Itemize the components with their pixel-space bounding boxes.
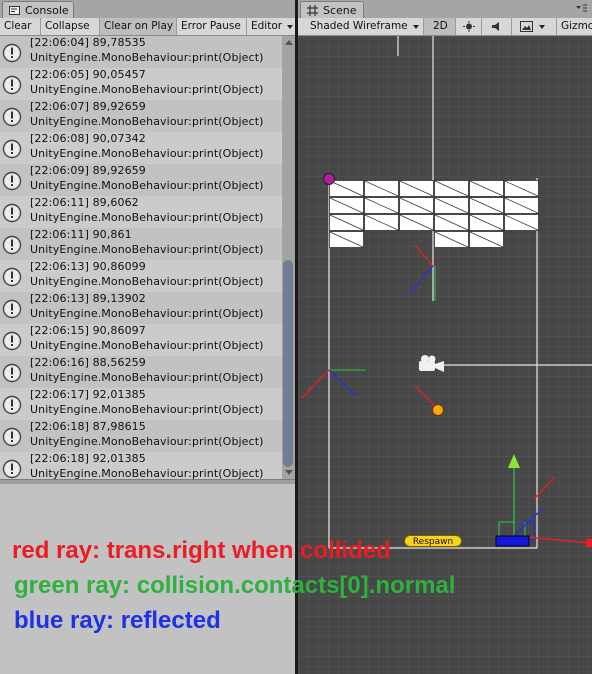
log-entry[interactable]: [22:06:18] 87,98615 UnityEngine.MonoBehav… (0, 420, 282, 452)
log-entry-trace: UnityEngine.MonoBehaviour:print(Object) (30, 211, 264, 224)
log-entry[interactable]: [22:06:13] 90,86099 UnityEngine.MonoBehav… (0, 260, 282, 292)
tab-scene[interactable]: Scene (300, 1, 364, 19)
log-entry[interactable]: [22:06:17] 92,01385 UnityEngine.MonoBehav… (0, 388, 282, 420)
scroll-thumb[interactable] (283, 260, 293, 467)
warning-icon (2, 331, 22, 351)
scroll-up-icon[interactable] (285, 40, 293, 45)
log-entry[interactable]: [22:06:15] 90,86097 UnityEngine.MonoBehav… (0, 324, 282, 356)
log-entry-message: [22:06:15] 90,86097 (30, 324, 146, 337)
caption-blue-ray: blue ray: reflected (14, 607, 221, 634)
warning-icon (2, 43, 22, 63)
audio-toggle-button[interactable] (482, 18, 512, 35)
warning-icon (2, 75, 22, 95)
tab-menu-icon[interactable] (575, 3, 588, 15)
log-entry-message: [22:06:18] 92,01385 (30, 452, 146, 465)
log-entry-trace: UnityEngine.MonoBehaviour:print(Object) (30, 51, 264, 64)
warning-icon (2, 459, 22, 479)
log-entry-trace: UnityEngine.MonoBehaviour:print(Object) (30, 147, 264, 160)
warning-icon (2, 299, 22, 319)
speaker-icon (492, 22, 499, 31)
log-entry-message: [22:06:13] 90,86099 (30, 260, 146, 273)
log-entry[interactable]: [22:06:05] 90,05457 UnityEngine.MonoBehav… (0, 68, 282, 100)
log-entry-trace: UnityEngine.MonoBehaviour:print(Object) (30, 83, 264, 96)
log-entry[interactable]: [22:06:08] 90,07342 UnityEngine.MonoBehav… (0, 132, 282, 164)
console-scrollbar[interactable] (282, 36, 295, 479)
log-entry[interactable]: [22:06:16] 88,56259 UnityEngine.MonoBehav… (0, 356, 282, 388)
warning-icon (2, 203, 22, 223)
log-entry-trace: UnityEngine.MonoBehaviour:print(Object) (30, 179, 264, 192)
collapse-button[interactable]: Collapse (41, 18, 100, 35)
log-entry-message: [22:06:08] 90,07342 (30, 132, 146, 145)
scroll-down-icon[interactable] (285, 470, 293, 475)
warning-icon (2, 267, 22, 287)
error-pause-button[interactable]: Error Pause (177, 18, 247, 35)
log-entry-message: [22:06:05] 90,05457 (30, 68, 146, 81)
log-entry[interactable]: [22:06:04] 89,78535 UnityEngine.MonoBehav… (0, 36, 282, 68)
editor-dropdown-label: Editor (251, 20, 283, 32)
log-entry-message: [22:06:04] 89,78535 (30, 36, 146, 49)
scene-tabbar: Scene (298, 0, 592, 19)
warning-icon (2, 363, 22, 383)
log-entry-message: [22:06:13] 89,13902 (30, 292, 146, 305)
dropdown-arrow-icon (287, 25, 293, 29)
warning-icon (2, 171, 22, 191)
warning-icon (2, 395, 22, 415)
tab-scene-label: Scene (323, 4, 357, 17)
log-entry[interactable]: [22:06:09] 89,92659 UnityEngine.MonoBehav… (0, 164, 282, 196)
log-entry[interactable]: [22:06:18] 92,01385 UnityEngine.MonoBehav… (0, 452, 282, 479)
dropdown-arrow-icon (413, 25, 419, 29)
lighting-toggle-button[interactable] (456, 18, 482, 35)
log-entry-message: [22:06:09] 89,92659 (30, 164, 146, 177)
log-entry-message: [22:06:16] 88,56259 (30, 356, 146, 369)
dropdown-arrow-icon (539, 25, 545, 29)
log-entry[interactable]: [22:06:11] 89,6062 UnityEngine.MonoBehavi… (0, 196, 282, 228)
draw-mode-dropdown[interactable]: Shaded Wireframe (298, 18, 424, 35)
log-entry[interactable]: [22:06:13] 89,13902 UnityEngine.MonoBehav… (0, 292, 282, 324)
log-entry-message: [22:06:11] 90,861 (30, 228, 132, 241)
console-split-handle[interactable] (0, 479, 297, 484)
console-toolbar: Clear Collapse Clear on Play Error Pause… (0, 18, 297, 36)
log-entry-trace: UnityEngine.MonoBehaviour:print(Object) (30, 275, 264, 288)
warning-icon (2, 235, 22, 255)
gizmos-dropdown[interactable]: Gizmo (557, 18, 592, 35)
scene-icon (307, 5, 318, 16)
caption-green-ray: green ray: collision.contacts[0].normal (14, 572, 456, 599)
clear-on-play-button[interactable]: Clear on Play (100, 18, 177, 35)
light-icon (463, 21, 475, 32)
log-entry-trace: UnityEngine.MonoBehaviour:print(Object) (30, 371, 264, 384)
log-entry-message: [22:06:11] 89,6062 (30, 196, 139, 209)
console-log-list[interactable]: [22:06:04] 89,78535 UnityEngine.MonoBehav… (0, 36, 282, 479)
point-light-icon[interactable] (432, 404, 444, 416)
caption-red-ray: red ray: trans.right when collided (12, 537, 391, 564)
draw-mode-label: Shaded Wireframe (310, 20, 408, 32)
log-entry-trace: UnityEngine.MonoBehaviour:print(Object) (30, 307, 264, 320)
clear-button[interactable]: Clear (0, 18, 41, 35)
log-entry-trace: UnityEngine.MonoBehaviour:print(Object) (30, 339, 264, 352)
warning-icon (2, 139, 22, 159)
log-entry-trace: UnityEngine.MonoBehaviour:print(Object) (30, 435, 264, 448)
log-entry-trace: UnityEngine.MonoBehaviour:print(Object) (30, 467, 264, 479)
tab-console[interactable]: Console (2, 1, 74, 19)
log-entry[interactable]: [22:06:07] 89,92659 UnityEngine.MonoBehav… (0, 100, 282, 132)
log-entry-trace: UnityEngine.MonoBehaviour:print(Object) (30, 243, 264, 256)
log-entry-message: [22:06:17] 92,01385 (30, 388, 146, 401)
warning-icon (2, 427, 22, 447)
ball-icon[interactable] (323, 173, 335, 185)
scene-toolbar: Shaded Wireframe 2D Gizmo (298, 18, 592, 36)
image-icon (520, 21, 533, 32)
log-entry-trace: UnityEngine.MonoBehaviour:print(Object) (30, 403, 264, 416)
log-entry-message: [22:06:18] 87,98615 (30, 420, 146, 433)
log-entry-trace: UnityEngine.MonoBehaviour:print(Object) (30, 115, 264, 128)
editor-dropdown[interactable]: Editor (247, 18, 297, 35)
warning-icon (2, 107, 22, 127)
effects-dropdown[interactable] (512, 18, 557, 35)
respawn-tag[interactable]: Respawn (404, 535, 462, 547)
console-icon (9, 6, 20, 15)
console-tabbar: Console (0, 0, 297, 19)
tab-console-label: Console (25, 4, 69, 17)
2d-toggle-button[interactable]: 2D (424, 18, 456, 35)
log-entry[interactable]: [22:06:11] 90,861 UnityEngine.MonoBehavio… (0, 228, 282, 260)
log-entry-message: [22:06:07] 89,92659 (30, 100, 146, 113)
